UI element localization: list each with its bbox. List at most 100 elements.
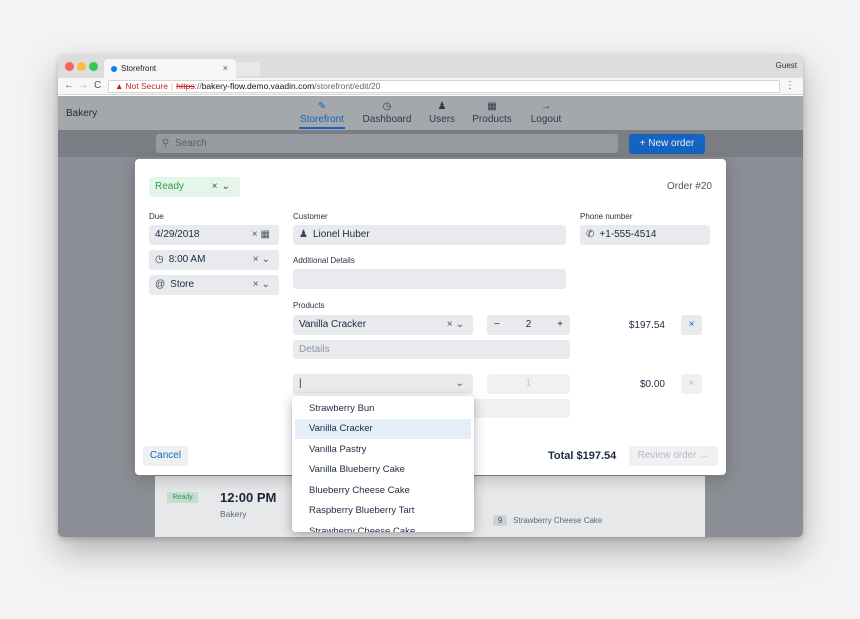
- remove-product-button[interactable]: ×: [681, 374, 702, 394]
- order-product: 9 Strawberry Cheese Cake: [493, 515, 602, 526]
- tab-label: Storefront: [300, 114, 344, 125]
- clock-icon: ◷: [382, 101, 392, 112]
- browser-tab-title: Storefront: [121, 64, 157, 73]
- status-value: Ready: [155, 181, 184, 192]
- clear-icon[interactable]: ×: [447, 319, 456, 330]
- minimize-window-button[interactable]: [77, 62, 86, 71]
- minus-icon[interactable]: −: [494, 315, 500, 335]
- order-time: 12:00 PM: [220, 490, 277, 505]
- dropdown-item[interactable]: Blueberry Cheese Cake: [295, 481, 471, 501]
- line-price: $197.54: [628, 320, 665, 331]
- browser-tab-bar: Storefront × Guest: [58, 55, 803, 78]
- search-icon: ⚲: [162, 138, 170, 149]
- products-label: Products: [293, 301, 325, 310]
- profile-label[interactable]: Guest: [776, 61, 797, 70]
- review-order-button[interactable]: Review order →: [629, 446, 718, 466]
- url-scheme-separator: ://: [194, 81, 202, 91]
- additional-details-label: Additional Details: [293, 256, 355, 265]
- tab-storefront[interactable]: ✎ Storefront: [299, 100, 345, 130]
- phone-field[interactable]: ✆ +1-555-4514: [580, 225, 710, 245]
- additional-details-field[interactable]: [293, 269, 566, 289]
- chevron-down-icon[interactable]: ⌄: [456, 319, 467, 330]
- order-number: Order #20: [666, 181, 712, 192]
- close-window-button[interactable]: [65, 62, 74, 71]
- quantity-stepper[interactable]: 2 − +: [487, 315, 570, 335]
- order-total: Total $197.54: [548, 450, 617, 462]
- url-host: bakery-flow.demo.vaadin.com: [201, 81, 315, 91]
- user-icon: ♟: [437, 101, 447, 112]
- dropdown-item[interactable]: Strawberry Cheese Cake: [295, 522, 471, 532]
- cursor-caret: |: [299, 378, 302, 389]
- dropdown-item[interactable]: Vanilla Blueberry Cake: [295, 460, 471, 480]
- brand-title: Bakery: [66, 108, 98, 119]
- cancel-button[interactable]: Cancel: [143, 446, 188, 466]
- phone-value: +1-555-4514: [599, 229, 657, 240]
- tab-label: Logout: [530, 114, 562, 125]
- customer-label: Customer: [293, 212, 328, 221]
- calendar-icon: ▦: [487, 101, 497, 112]
- tab-dashboard[interactable]: ◷ Dashboard: [362, 100, 412, 130]
- line-price: $0.00: [639, 379, 665, 390]
- due-time-value: 8:00 AM: [168, 254, 206, 265]
- new-tab-button[interactable]: [236, 62, 260, 76]
- chevron-down-icon[interactable]: ⌄: [262, 254, 273, 265]
- chevron-down-icon[interactable]: ⌄: [262, 279, 273, 290]
- search-input[interactable]: ⚲ Search: [156, 134, 618, 153]
- calendar-icon[interactable]: ▦: [261, 229, 273, 240]
- due-time-field[interactable]: ◷ 8:00 AM ×⌄: [149, 250, 279, 270]
- quantity-value: 1: [525, 378, 532, 389]
- product-details-input[interactable]: Details: [293, 340, 570, 359]
- user-icon: ♟: [299, 229, 308, 240]
- status-controls: ×⌄: [212, 177, 234, 197]
- chevron-down-icon[interactable]: ⌄: [456, 374, 467, 394]
- phone-icon: ✆: [586, 229, 595, 240]
- new-quantity-stepper[interactable]: 1: [487, 374, 570, 394]
- url-separator: |: [170, 81, 174, 91]
- back-arrow-icon[interactable]: ←: [64, 80, 74, 91]
- remove-product-button[interactable]: ×: [681, 315, 702, 335]
- tab-products[interactable]: ▦ Products: [471, 100, 513, 130]
- product-controls: ×⌄: [447, 315, 467, 335]
- at-icon: @: [155, 279, 166, 290]
- product-select[interactable]: Vanilla Cracker ×⌄: [293, 315, 473, 335]
- dropdown-item[interactable]: Raspberry Blueberry Tart: [295, 501, 471, 521]
- arrow-right-icon: →: [541, 101, 551, 112]
- customer-field[interactable]: ♟ Lionel Huber: [293, 225, 566, 245]
- location-value: Store: [170, 279, 195, 290]
- product-dropdown-overlay: Strawberry Bun Vanilla Cracker Vanilla P…: [292, 396, 474, 532]
- tab-users[interactable]: ♟ Users: [428, 100, 456, 130]
- dropdown-item[interactable]: Vanilla Cracker: [295, 419, 471, 439]
- new-product-select[interactable]: | ⌄: [293, 374, 473, 394]
- browser-tab[interactable]: Storefront ×: [104, 59, 236, 78]
- url-scheme: https: [176, 81, 195, 91]
- dropdown-item[interactable]: Strawberry Bun: [295, 399, 471, 419]
- phone-label: Phone number: [580, 212, 633, 221]
- order-location: Bakery: [220, 509, 247, 519]
- status-select[interactable]: Ready ×⌄: [149, 177, 240, 197]
- search-bar: ⚲ Search + New order: [58, 130, 803, 157]
- clear-icon[interactable]: ×: [212, 181, 222, 192]
- favicon-icon: [111, 66, 117, 72]
- pickup-location-field[interactable]: @ Store ×⌄: [149, 275, 279, 295]
- dropdown-item[interactable]: Vanilla Pastry: [295, 440, 471, 460]
- browser-menu-icon[interactable]: ⋮: [785, 80, 795, 91]
- security-label[interactable]: Not Secure: [125, 81, 168, 91]
- reload-icon[interactable]: C: [94, 80, 101, 91]
- maximize-window-button[interactable]: [89, 62, 98, 71]
- time-controls: ×⌄: [253, 250, 273, 270]
- clear-icon[interactable]: ×: [252, 229, 261, 240]
- chevron-down-icon[interactable]: ⌄: [222, 181, 234, 192]
- plus-icon[interactable]: +: [557, 315, 563, 335]
- forward-arrow-icon[interactable]: →: [78, 80, 88, 91]
- due-date-field[interactable]: 4/29/2018 ×▦: [149, 225, 279, 245]
- tab-close-icon[interactable]: ×: [223, 63, 228, 73]
- tab-logout[interactable]: → Logout: [529, 100, 563, 130]
- edit-icon: ✎: [317, 101, 327, 112]
- clear-icon[interactable]: ×: [253, 254, 262, 265]
- product-quantity-badge: 9: [493, 515, 507, 526]
- date-controls: ×▦: [252, 225, 273, 245]
- clear-icon[interactable]: ×: [253, 279, 262, 290]
- new-order-button[interactable]: + New order: [629, 134, 705, 154]
- url-field[interactable]: ▲ Not Secure | https://bakery-flow.demo.vaa…: [108, 80, 780, 93]
- clock-icon: ◷: [155, 254, 164, 265]
